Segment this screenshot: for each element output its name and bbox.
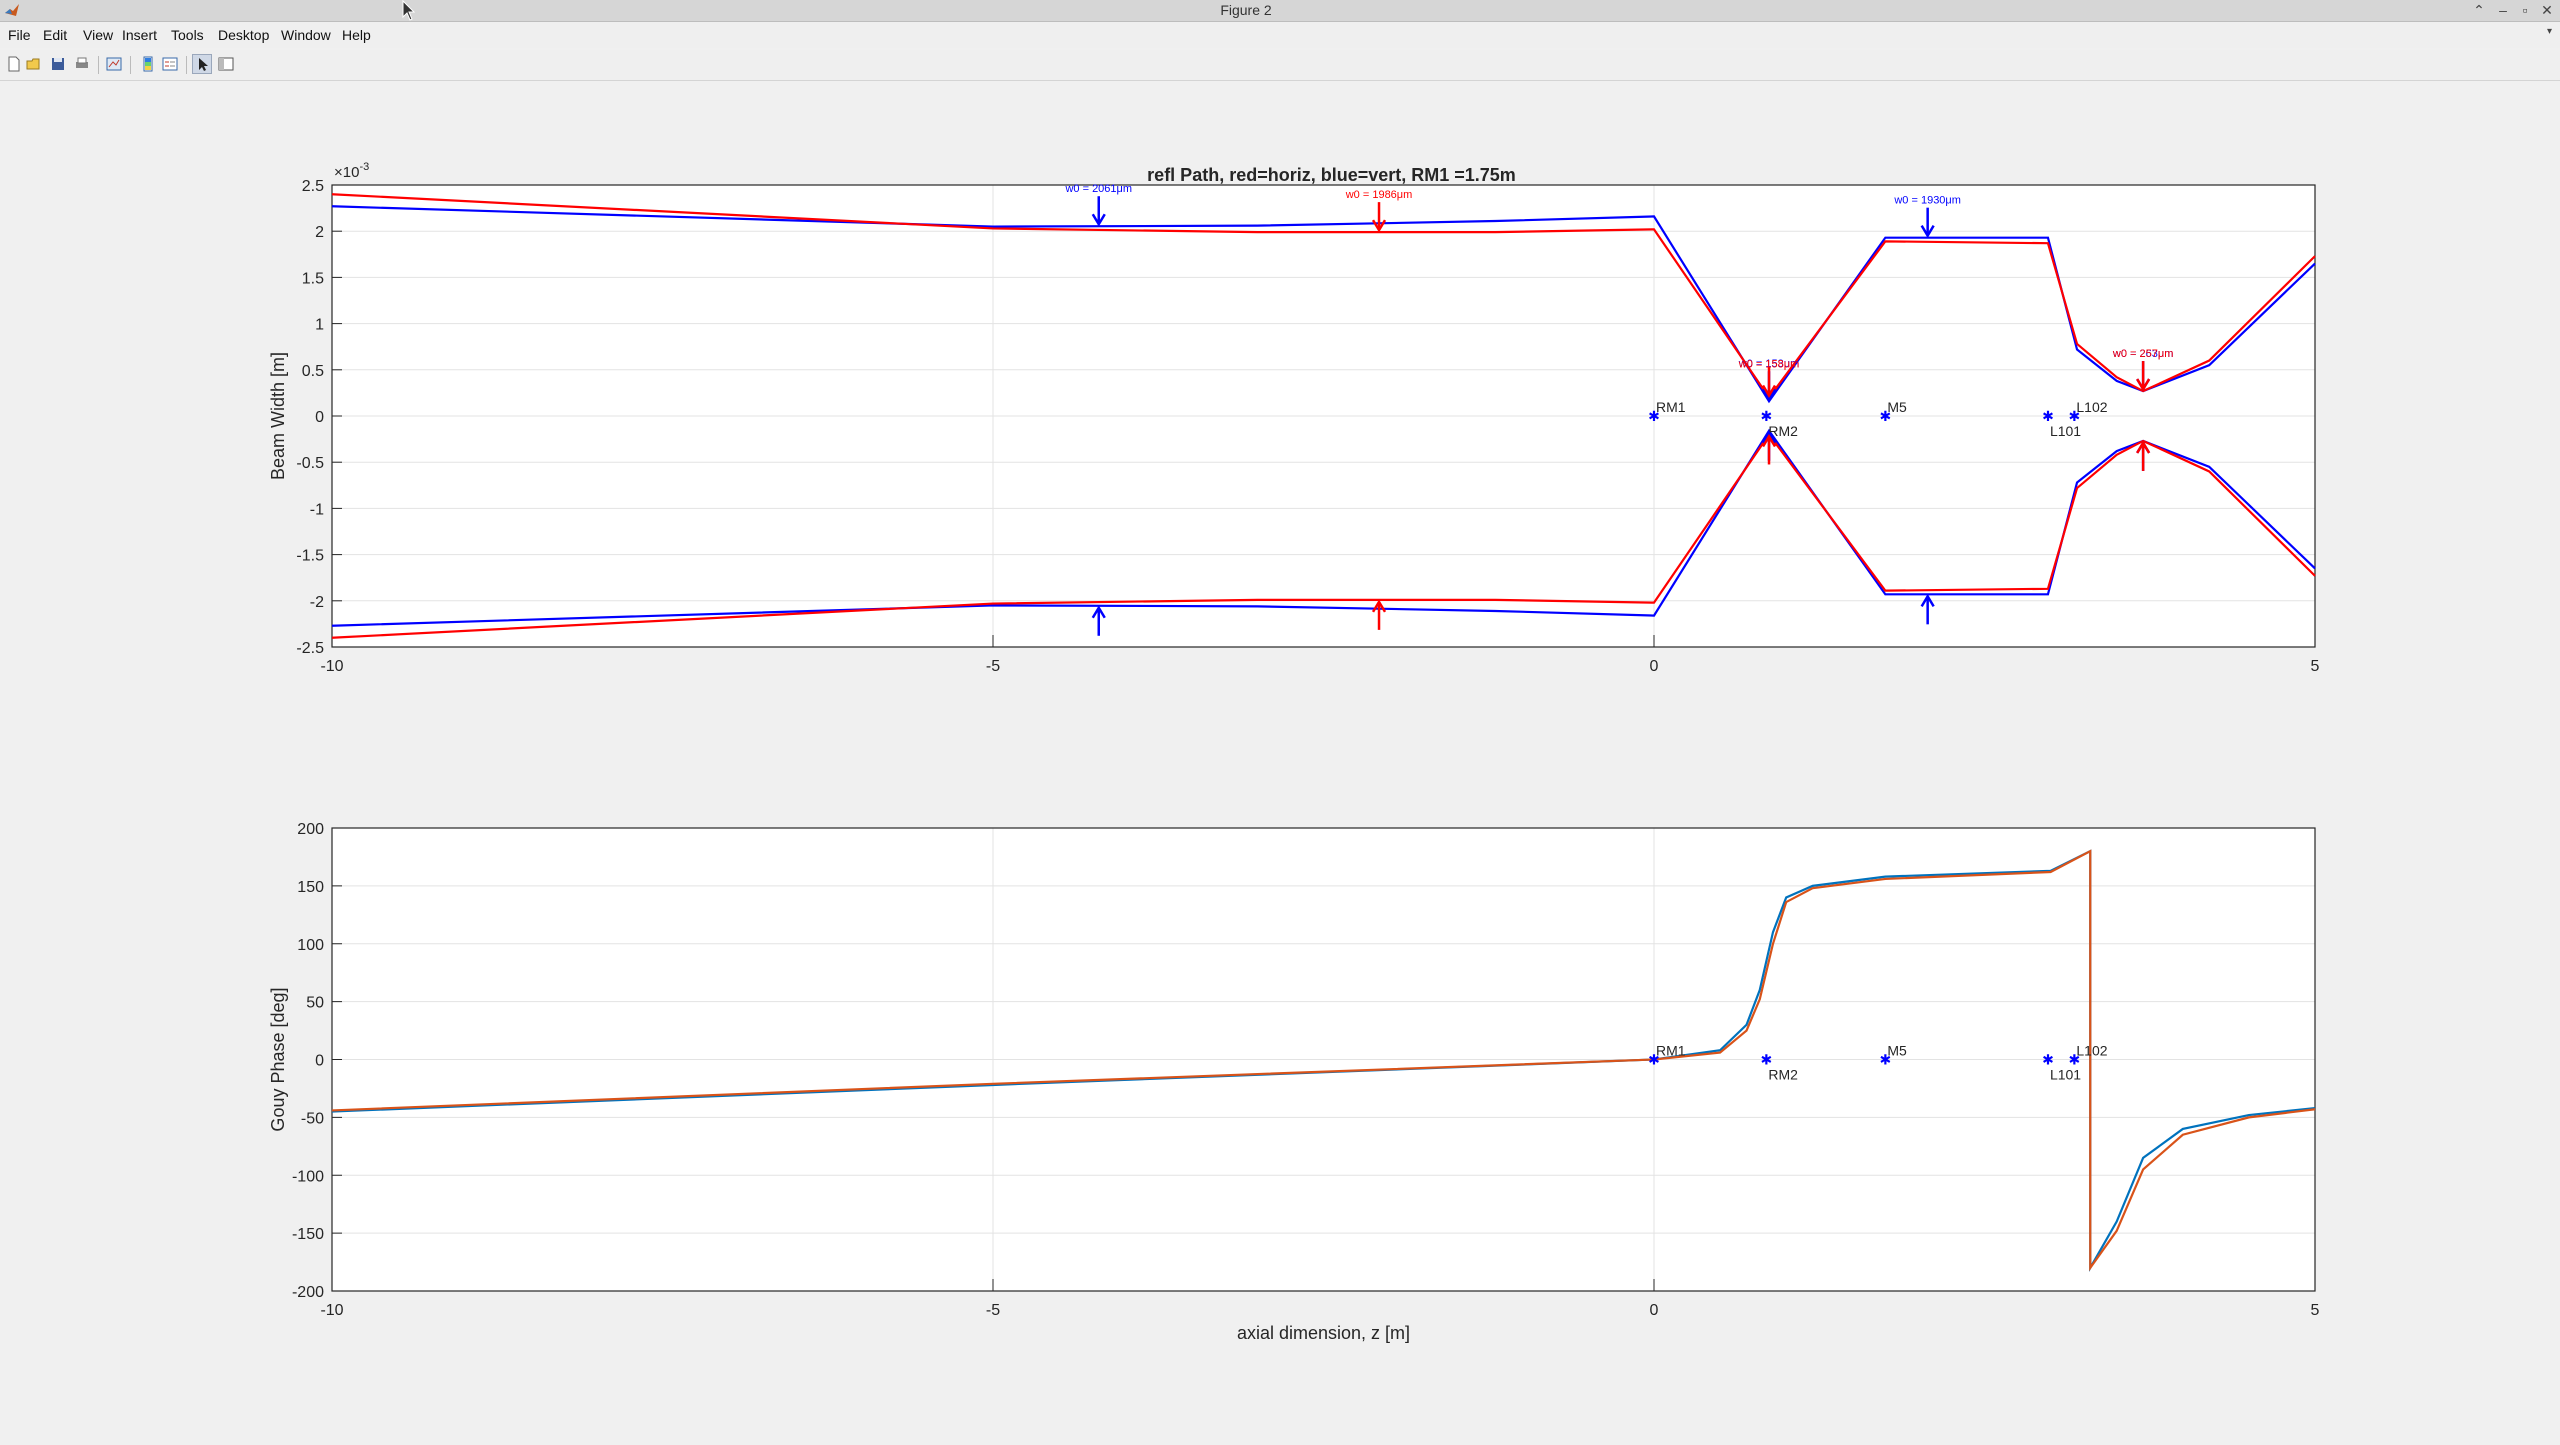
component-label-l102: L102 [2076, 399, 2107, 415]
open-file-icon[interactable] [24, 54, 44, 74]
chart-title: refl Path, red=horiz, blue=vert, RM1 =1.… [1147, 165, 1516, 185]
waist-label: w0 = 1986μm [1345, 189, 1413, 201]
component-label-l101: L101 [2050, 423, 2081, 439]
window-title: Figure 2 [1220, 2, 1272, 18]
component-label-rm2: RM2 [1768, 1067, 1798, 1083]
y-tick-label: -200 [292, 1284, 324, 1301]
save-icon[interactable] [48, 54, 68, 74]
menu-insert[interactable]: Insert [116, 22, 163, 48]
menu-view[interactable]: View [77, 22, 119, 48]
axes-1: -10 -5 0 5 -2.5 -2 -1.5 -1 -0.5 0 0.5 1 1.5 2 2.5 ×10-3… [268, 161, 2320, 675]
y-tick-label: 1 [315, 317, 324, 334]
menu-bar: File Edit View Insert Tools Desktop Wind… [0, 22, 2560, 48]
menu-help[interactable]: Help [336, 22, 377, 48]
menu-file[interactable]: File [2, 22, 37, 48]
x-tick-label: -5 [986, 1302, 1000, 1319]
component-label-m5: M5 [1887, 1043, 1907, 1059]
component-label-l101: L101 [2050, 1067, 2081, 1083]
y-axis-label: Beam Width [m] [268, 352, 288, 480]
y-tick-label: 100 [297, 937, 324, 954]
toolbar-separator [98, 56, 99, 74]
y-tick-label: -100 [292, 1168, 324, 1185]
property-inspector-icon[interactable] [216, 54, 236, 74]
y-tick-label: -2.5 [296, 640, 324, 657]
y-tick-label: -0.5 [296, 455, 324, 472]
axes-2: -10 -5 0 5-200-150-100-50050100150200axial … [268, 821, 2320, 1343]
y-tick-label: 2.5 [302, 178, 324, 195]
y-tick-label: -2 [310, 594, 324, 611]
x-tick-label: 0 [1650, 1302, 1659, 1319]
new-figure-icon[interactable] [4, 54, 24, 74]
menu-edit[interactable]: Edit [37, 22, 73, 48]
y-tick-label: 0 [315, 1053, 324, 1070]
minimize-icon[interactable]: – [2492, 1, 2514, 20]
component-label-rm1: RM1 [1656, 399, 1686, 415]
y-tick-label: -1 [310, 501, 324, 518]
x-tick-label: 5 [2311, 1302, 2320, 1319]
window-titlebar: Figure 2 ⌃ – ▫ ✕ [0, 0, 2560, 22]
link-plot-icon[interactable] [104, 54, 124, 74]
insert-legend-icon[interactable] [160, 54, 180, 74]
component-label-rm1: RM1 [1656, 1043, 1686, 1059]
y-tick-label: 1.5 [302, 270, 324, 287]
waist-label: w0 = 257μm [2112, 348, 2173, 360]
menu-desktop[interactable]: Desktop [212, 22, 275, 48]
toolbar-separator [130, 56, 131, 74]
y-tick-label: 50 [306, 995, 324, 1012]
menu-window[interactable]: Window [275, 22, 337, 48]
y-tick-label: -150 [292, 1226, 324, 1243]
close-icon[interactable]: ✕ [2536, 1, 2558, 20]
x-axis-label: axial dimension, z [m] [1237, 1323, 1410, 1343]
y-exponent-label: ×10-3 [334, 161, 369, 181]
y-tick-label: 0 [315, 409, 324, 426]
x-tick-label: 0 [1650, 658, 1659, 675]
waist-label: w0 = 1930μm [1893, 195, 1961, 207]
print-icon[interactable] [72, 54, 92, 74]
collapse-icon[interactable]: ⌃ [2468, 1, 2490, 20]
toolbar-separator [186, 56, 187, 74]
figure-canvas: -10 -5 0 5 -2.5 -2 -1.5 -1 -0.5 0 0.5 1 1.5 2 2.5 ×10-3… [0, 81, 2560, 1440]
menu-tools[interactable]: Tools [165, 22, 210, 48]
figure-toolbar [0, 50, 2560, 81]
x-tick-label: -10 [320, 1302, 343, 1319]
figure-svg: -10 -5 0 5-2.5-2-1.5-1-0.500.511.522.5×10-3… [268, 161, 2320, 1343]
mouse-cursor-icon [402, 0, 416, 21]
y-tick-label: 200 [297, 821, 324, 838]
component-label-l102: L102 [2076, 1043, 2107, 1059]
component-label-m5: M5 [1887, 399, 1907, 415]
y-tick-label: 2 [315, 224, 324, 241]
waist-label: w0 = 2061μm [1064, 183, 1132, 195]
y-tick-label: 150 [297, 879, 324, 896]
y-tick-label: 0.5 [302, 363, 324, 380]
insert-colorbar-icon[interactable] [138, 54, 158, 74]
edit-plot-icon[interactable] [192, 54, 212, 74]
component-label-rm2: RM2 [1768, 423, 1798, 439]
maximize-icon[interactable]: ▫ [2514, 1, 2536, 20]
x-tick-label: -10 [320, 658, 343, 675]
chevron-down-icon[interactable]: ▾ [2547, 26, 2552, 37]
x-tick-label: 5 [2311, 658, 2320, 675]
y-axis-label: Gouy Phase [deg] [268, 987, 288, 1131]
x-tick-label: -5 [986, 658, 1000, 675]
y-tick-label: -50 [301, 1110, 324, 1127]
y-tick-label: -1.5 [296, 548, 324, 565]
